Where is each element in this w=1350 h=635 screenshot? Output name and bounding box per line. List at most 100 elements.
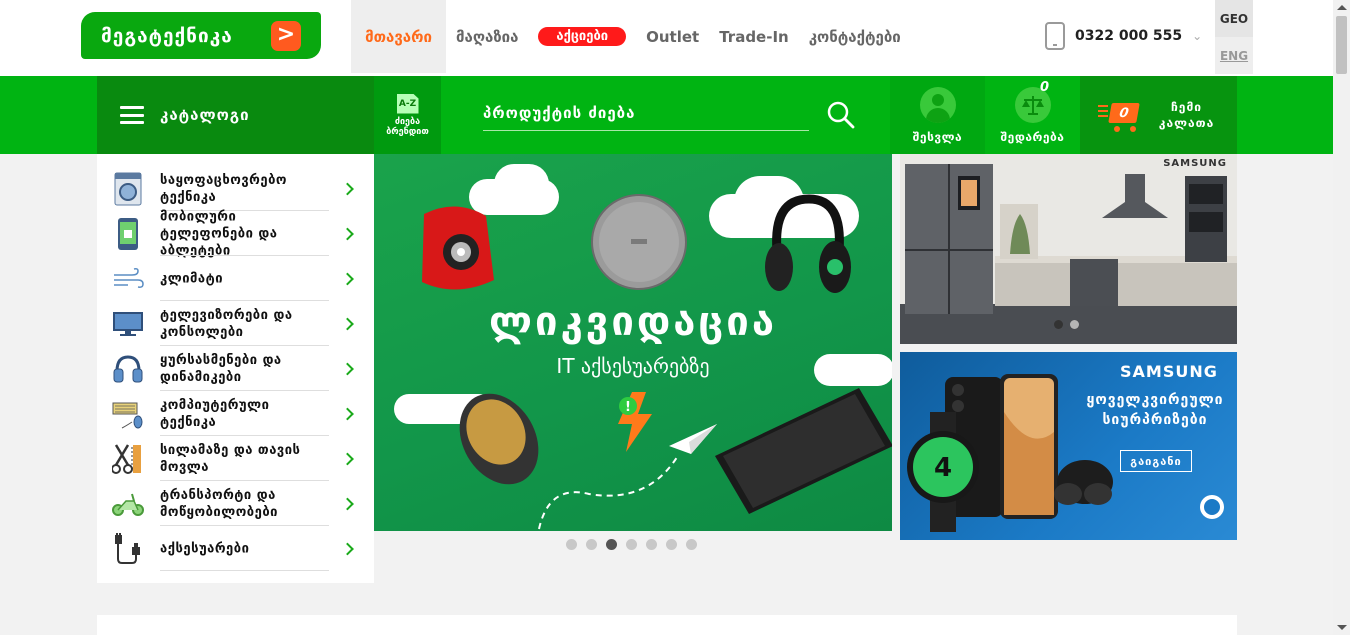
cart-icon: 0: [1096, 97, 1140, 133]
content-panel: [97, 615, 1237, 635]
lightning-icon: !: [618, 392, 652, 452]
chevron-right-icon: [341, 272, 354, 285]
user-icon: [919, 86, 956, 123]
nav-item-trade-in[interactable]: Trade-In: [709, 0, 799, 73]
scroll-thumb[interactable]: [1336, 16, 1347, 74]
slide-dot[interactable]: [1070, 320, 1079, 329]
search-input[interactable]: [483, 98, 809, 128]
learn-more-button[interactable]: გაიგანი: [1120, 450, 1192, 472]
divider: [160, 570, 329, 571]
category-label: კომპიუტერული ტექნიკა: [160, 397, 270, 430]
hero-banner[interactable]: ! ლიკვიდაცია IT აქსესუარებზე: [374, 154, 892, 531]
keyboard-mouse-icon: [112, 397, 144, 431]
lang-geo[interactable]: GEO: [1215, 0, 1253, 37]
category-label: კლიმატი: [160, 271, 224, 286]
category-label: ტრანსპორტი და მოწყობილობები: [160, 487, 278, 520]
brand-search-label: ძიება ბრენდით: [386, 116, 429, 137]
wireless-charger-image: [591, 194, 687, 290]
wind-icon: [112, 262, 144, 296]
nav-item-label: აქციები: [538, 27, 627, 46]
catalog-label: კატალოგი: [160, 106, 250, 124]
cart-button[interactable]: 0 ჩემი კალათა: [1080, 76, 1237, 154]
phone-dropdown[interactable]: 0322 000 555 ⌄: [1045, 22, 1202, 50]
chevron-right-icon: [341, 317, 354, 330]
scroll-up-icon[interactable]: [1337, 5, 1347, 10]
keyboard-image: [715, 388, 892, 514]
mobile-phone-icon: [112, 217, 144, 251]
category-label: ყურსასმენები და დინამიკები: [160, 352, 282, 385]
nav-item-promotions[interactable]: აქციები: [528, 0, 636, 73]
slide-dot-active[interactable]: [606, 539, 617, 550]
login-label: შესვლა: [912, 129, 963, 144]
slide-dot[interactable]: [646, 539, 657, 550]
logo-arrow-icon: >: [271, 21, 301, 51]
nav-item-contacts[interactable]: კონტაქტები: [799, 0, 911, 73]
slide-dot-active[interactable]: [1054, 320, 1063, 329]
nav-item-outlet[interactable]: Outlet: [636, 0, 709, 73]
phone-number: 0322 000 555: [1075, 28, 1183, 44]
search-icon: [827, 101, 855, 129]
scrollbar[interactable]: [1333, 0, 1350, 635]
side-banner-samsung[interactable]: 4 SAMSUNG ყოველკვირეული სიურპრიზები გაიგ…: [900, 352, 1237, 540]
chevron-right-icon: [341, 182, 354, 195]
top-bar: მეგატექნიკა > მთავარი მაღაზია აქციები Ou…: [0, 0, 1333, 76]
cart-count-badge: 0: [1107, 103, 1140, 123]
banner-pagination: [1054, 320, 1079, 329]
category-item[interactable]: კომპიუტერული ტექნიკა: [97, 391, 374, 436]
site-logo[interactable]: მეგატექნიკა >: [81, 12, 321, 59]
catalog-button[interactable]: კატალოგი: [97, 76, 374, 154]
az-icon: A-Z: [396, 93, 419, 114]
compare-button[interactable]: შედარება: [985, 76, 1080, 154]
login-button[interactable]: შესვლა: [890, 76, 985, 154]
search-button[interactable]: [826, 100, 856, 130]
slide-dot[interactable]: [666, 539, 677, 550]
chevron-right-icon: [341, 362, 354, 375]
search-box: [483, 98, 809, 131]
chevron-right-icon: [341, 407, 354, 420]
category-item[interactable]: კლიმატი: [97, 256, 374, 301]
category-item[interactable]: სილამაზე და თავის მოვლა: [97, 436, 374, 481]
category-item[interactable]: ტრანსპორტი და მოწყობილობები: [97, 481, 374, 526]
main-toolbar: კატალოგი A-Z ძიება ბრენდით შესვლა შედარე…: [0, 76, 1333, 154]
category-item[interactable]: ტელევიზორები და კონსოლები: [97, 301, 374, 346]
nav-item-label: Trade-In: [719, 27, 789, 46]
slide-dot[interactable]: [586, 539, 597, 550]
side-banner-kitchen[interactable]: SAMSUNG: [900, 154, 1237, 344]
hamburger-icon: [120, 106, 144, 124]
kitchen-scene-image: [900, 154, 1237, 344]
headphones-icon: [112, 352, 144, 386]
nav-item-label: კონტაქტები: [808, 27, 901, 46]
scooter-icon: [112, 487, 144, 521]
hero-title: ლიკვიდაცია: [489, 299, 777, 345]
lang-eng[interactable]: ENG: [1215, 37, 1253, 74]
category-menu: საყოფაცხოვრებო ტექნიკა მობილური ტელეფონე…: [97, 154, 374, 583]
phone-icon: [1045, 22, 1065, 50]
brand-logo-samsung: SAMSUNG: [1163, 158, 1227, 169]
svg-text:!: !: [625, 400, 631, 415]
hero-pagination: [566, 539, 697, 550]
cart-label: ჩემი კალათა: [1158, 100, 1215, 130]
chevron-right-icon: [341, 542, 354, 555]
chevron-right-icon: [341, 227, 354, 240]
category-label: საყოფაცხოვრებო ტექნიკა: [160, 172, 287, 205]
category-item[interactable]: მობილური ტელეფონები და აბლეტები: [97, 209, 374, 258]
brand-search-button[interactable]: A-Z ძიება ბრენდით: [374, 76, 441, 154]
washing-machine-icon: [112, 172, 144, 206]
slide-dot[interactable]: [626, 539, 637, 550]
slide-dot[interactable]: [686, 539, 697, 550]
scroll-down-icon[interactable]: [1337, 625, 1347, 630]
scissors-comb-icon: [112, 442, 144, 476]
category-item[interactable]: აქსესუარები: [97, 526, 374, 571]
chevron-right-icon: [341, 452, 354, 465]
nav-item-home[interactable]: მთავარი: [351, 0, 446, 73]
chevron-right-icon: [341, 497, 354, 510]
cloud-shape: [494, 164, 549, 204]
nav-item-shop[interactable]: მაღაზია: [446, 0, 528, 73]
dashed-path-decoration: [538, 453, 680, 530]
category-item[interactable]: საყოფაცხოვრებო ტექნიკა: [97, 166, 374, 211]
category-item[interactable]: ყურსასმენები და დინამიკები: [97, 346, 374, 391]
hero-subtitle: IT აქსესუარებზე: [556, 354, 710, 378]
chevron-down-icon: ⌄: [1192, 29, 1203, 43]
slide-dot[interactable]: [566, 539, 577, 550]
compare-label: შედარება: [1000, 129, 1065, 144]
